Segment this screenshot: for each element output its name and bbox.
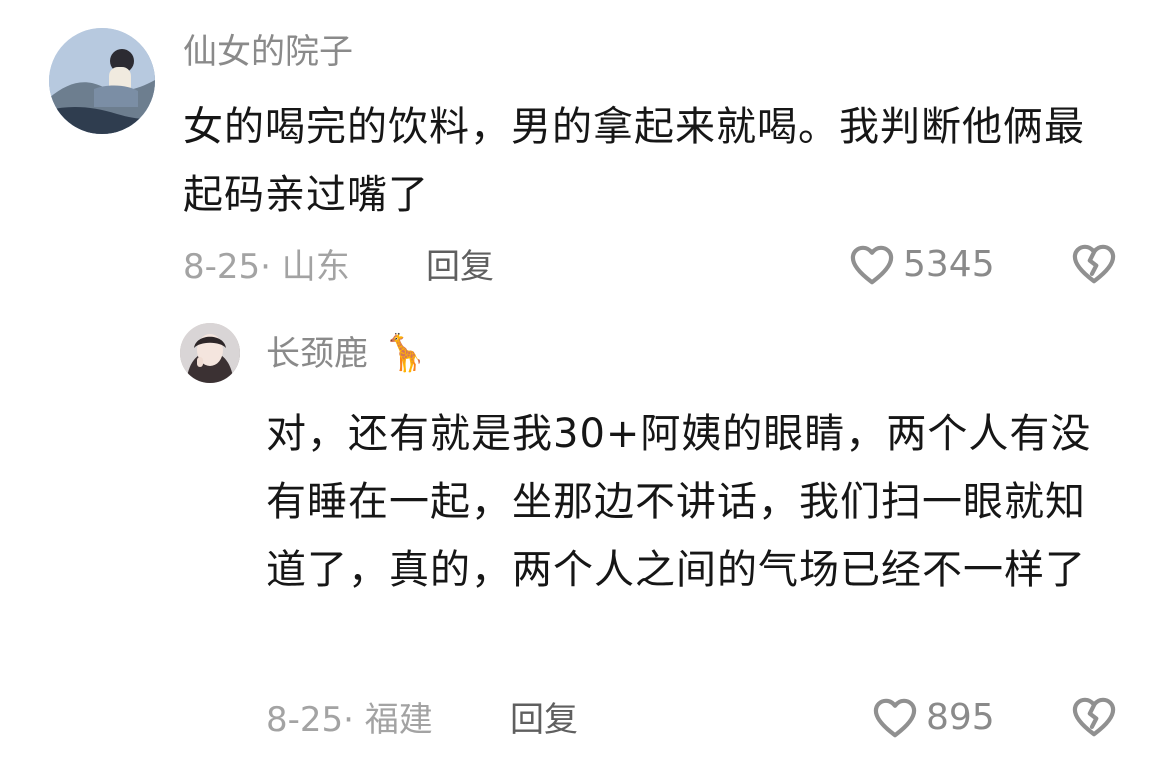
comment-date-location: 8-25· 福建 [266, 700, 433, 740]
heart-outline-icon [873, 698, 917, 738]
broken-heart-icon [1072, 697, 1116, 737]
comment-item-2: 长颈鹿 🦒 对，还有就是我30+阿姨的眼睛，两个人有没有睡在一起，坐那边不讲话，… [0, 0, 1170, 765]
comment-username[interactable]: 长颈鹿 🦒 [266, 331, 428, 377]
giraffe-emoji: 🦒 [382, 333, 428, 374]
comment-username-text: 长颈鹿 [266, 334, 368, 374]
like-count: 895 [926, 697, 995, 738]
reply-button[interactable]: 回复 [510, 698, 578, 742]
avatar-image-2 [180, 323, 240, 383]
avatar-2[interactable] [180, 323, 240, 383]
dislike-button[interactable] [1071, 696, 1117, 742]
like-button[interactable]: 895 [872, 696, 995, 740]
comment-text: 对，还有就是我30+阿姨的眼睛，两个人有没有睡在一起，坐那边不讲话，我们扫一眼就… [266, 411, 1092, 593]
